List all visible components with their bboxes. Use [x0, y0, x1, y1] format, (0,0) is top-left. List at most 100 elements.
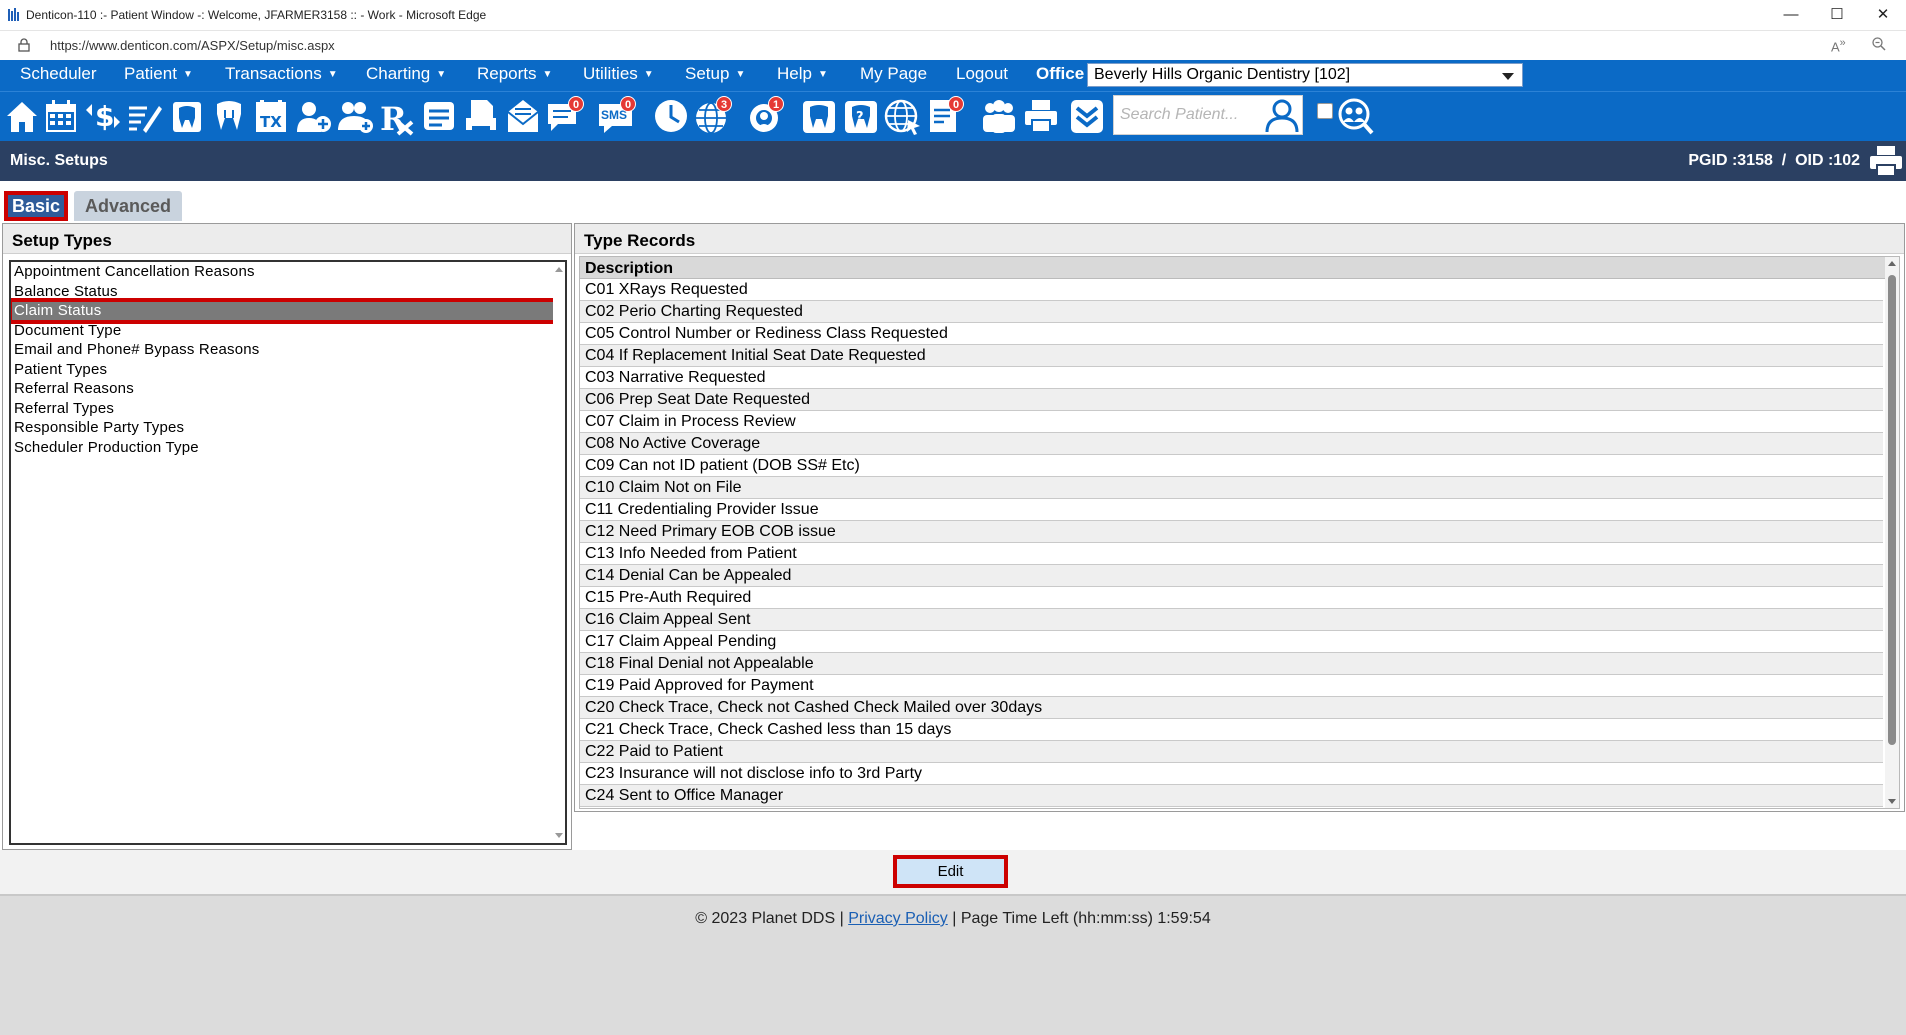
table-row[interactable]: C15 Pre-Auth Required	[580, 587, 1883, 609]
list-item[interactable]: Appointment Cancellation Reasons	[11, 262, 565, 282]
menu-label: Reports	[477, 64, 537, 83]
table-row[interactable]: C17 Claim Appeal Pending	[580, 631, 1883, 653]
table-row[interactable]: C08 No Active Coverage	[580, 433, 1883, 455]
list-item[interactable]: Referral Types	[11, 399, 565, 419]
print-doc-icon[interactable]	[462, 96, 500, 136]
notes-pencil-icon[interactable]	[125, 96, 163, 136]
globe-icon[interactable]: 3	[694, 96, 732, 136]
tab-advanced[interactable]: Advanced	[74, 191, 182, 221]
read-aloud-icon[interactable]: A»	[1831, 37, 1846, 54]
print-icon[interactable]	[1868, 144, 1904, 178]
group-search-icon[interactable]	[1336, 96, 1374, 136]
caret-down-icon: ▼	[182, 69, 193, 80]
document-list-icon[interactable]: 0	[926, 96, 964, 136]
lock-icon[interactable]	[18, 38, 30, 52]
table-row[interactable]: C12 Need Primary EOB COB issue	[580, 521, 1883, 543]
tooth-question-icon[interactable]: ?	[842, 96, 880, 136]
menu-label: Help	[777, 64, 812, 83]
privacy-policy-link[interactable]: Privacy Policy	[848, 910, 948, 927]
card-icon[interactable]	[420, 96, 458, 136]
clock-icon[interactable]	[652, 96, 690, 136]
table-row[interactable]: C05 Control Number or Rediness Class Req…	[580, 323, 1883, 345]
table-row[interactable]: C10 Claim Not on File	[580, 477, 1883, 499]
table-row[interactable]: C13 Info Needed from Patient	[580, 543, 1883, 565]
scroll-thumb[interactable]	[1888, 275, 1896, 745]
download-icon[interactable]	[1068, 96, 1106, 136]
setup-types-heading: Setup Types	[3, 224, 571, 254]
support-icon[interactable]: 1	[746, 96, 784, 136]
list-item[interactable]: Patient Types	[11, 360, 565, 380]
table-row[interactable]: C24 Sent to Office Manager	[580, 785, 1883, 807]
table-row[interactable]: C20 Check Trace, Check not Cashed Check …	[580, 697, 1883, 719]
column-header-description[interactable]: Description	[580, 257, 1899, 279]
list-item[interactable]: Balance Status	[11, 282, 565, 302]
zoom-icon[interactable]	[1872, 37, 1886, 51]
setup-types-list[interactable]: Appointment Cancellation Reasons Balance…	[9, 260, 567, 845]
menu-setup[interactable]: Setup ▼	[685, 64, 745, 84]
menu-transactions[interactable]: Transactions ▼	[225, 64, 338, 84]
list-item[interactable]: Referral Reasons	[11, 379, 565, 399]
office-select[interactable]: Beverly Hills Organic Dentistry [102]	[1087, 63, 1523, 87]
tooth-icon[interactable]	[800, 96, 838, 136]
menu-charting[interactable]: Charting ▼	[366, 64, 446, 84]
menu-patient[interactable]: Patient ▼	[124, 64, 193, 84]
table-row[interactable]: C03 Narrative Requested	[580, 367, 1883, 389]
home-icon[interactable]	[3, 96, 41, 136]
scroll-down-icon[interactable]	[1888, 799, 1896, 804]
table-row[interactable]: C21 Check Trace, Check Cashed less than …	[580, 719, 1883, 741]
menu-scheduler[interactable]: Scheduler	[20, 64, 97, 84]
message-icon[interactable]: 0	[546, 96, 584, 136]
list-item[interactable]: Responsible Party Types	[11, 418, 565, 438]
menu-logout[interactable]: Logout	[956, 64, 1008, 84]
table-row[interactable]: C19 Paid Approved for Payment	[580, 675, 1883, 697]
table-row[interactable]: C07 Claim in Process Review	[580, 411, 1883, 433]
table-row[interactable]: C01 XRays Requested	[580, 279, 1883, 301]
type-records-heading: Type Records	[575, 224, 1904, 254]
group-icon[interactable]	[980, 96, 1018, 136]
list-item-selected[interactable]: Claim Status	[11, 298, 558, 324]
menu-utilities[interactable]: Utilities ▼	[583, 64, 654, 84]
dollar-transfer-icon[interactable]: $	[84, 96, 122, 136]
table-row[interactable]: C23 Insurance will not disclose info to …	[580, 763, 1883, 785]
table-row[interactable]: C22 Paid to Patient	[580, 741, 1883, 763]
edit-button[interactable]: Edit	[893, 855, 1008, 888]
table-row[interactable]: C18 Final Denial not Appealable	[580, 653, 1883, 675]
menu-my-page[interactable]: My Page	[860, 64, 927, 84]
mail-icon[interactable]	[504, 96, 542, 136]
family-add-icon[interactable]	[336, 96, 374, 136]
rx-icon[interactable]: R	[378, 96, 416, 138]
close-button[interactable]: ✕	[1860, 0, 1906, 30]
list-item[interactable]: Scheduler Production Type	[11, 438, 565, 458]
list-scrollbar[interactable]	[553, 262, 565, 843]
tooth-chart-icon[interactable]	[168, 96, 206, 136]
table-row[interactable]: C16 Claim Appeal Sent	[580, 609, 1883, 631]
printer-icon[interactable]	[1022, 96, 1060, 136]
sms-icon[interactable]: SMS 0	[598, 96, 636, 136]
table-row[interactable]: C09 Can not ID patient (DOB SS# Etc)	[580, 455, 1883, 477]
table-row[interactable]: C06 Prep Seat Date Requested	[580, 389, 1883, 411]
tx-plan-icon[interactable]: TX	[252, 96, 290, 136]
tooth-perio-icon[interactable]	[210, 96, 248, 136]
list-item[interactable]: Document Type	[11, 321, 565, 341]
menu-reports[interactable]: Reports ▼	[477, 64, 552, 84]
menu-help[interactable]: Help ▼	[777, 64, 828, 84]
url-field[interactable]: https://www.denticon.com/ASPX/Setup/misc…	[50, 38, 335, 53]
add-patient-icon[interactable]	[294, 96, 332, 136]
tab-basic[interactable]: Basic	[4, 191, 68, 221]
toolbar-checkbox[interactable]	[1317, 103, 1333, 119]
table-row[interactable]: C11 Credentialing Provider Issue	[580, 499, 1883, 521]
patient-search-icon[interactable]	[1262, 96, 1302, 134]
web-icon[interactable]	[884, 96, 922, 136]
list-item[interactable]: Email and Phone# Bypass Reasons	[11, 340, 565, 360]
maximize-button[interactable]: ☐	[1814, 0, 1860, 30]
calendar-icon[interactable]	[42, 96, 80, 136]
scroll-up-icon[interactable]	[555, 267, 563, 272]
page-time-left: Page Time Left (hh:mm:ss) 1:59:54	[960, 910, 1211, 927]
table-row[interactable]: C04 If Replacement Initial Seat Date Req…	[580, 345, 1883, 367]
scroll-up-icon[interactable]	[1888, 261, 1896, 266]
table-row[interactable]: C02 Perio Charting Requested	[580, 301, 1883, 323]
scroll-down-icon[interactable]	[555, 833, 563, 838]
minimize-button[interactable]: —	[1768, 0, 1814, 30]
table-scrollbar[interactable]	[1885, 257, 1899, 808]
table-row[interactable]: C14 Denial Can be Appealed	[580, 565, 1883, 587]
